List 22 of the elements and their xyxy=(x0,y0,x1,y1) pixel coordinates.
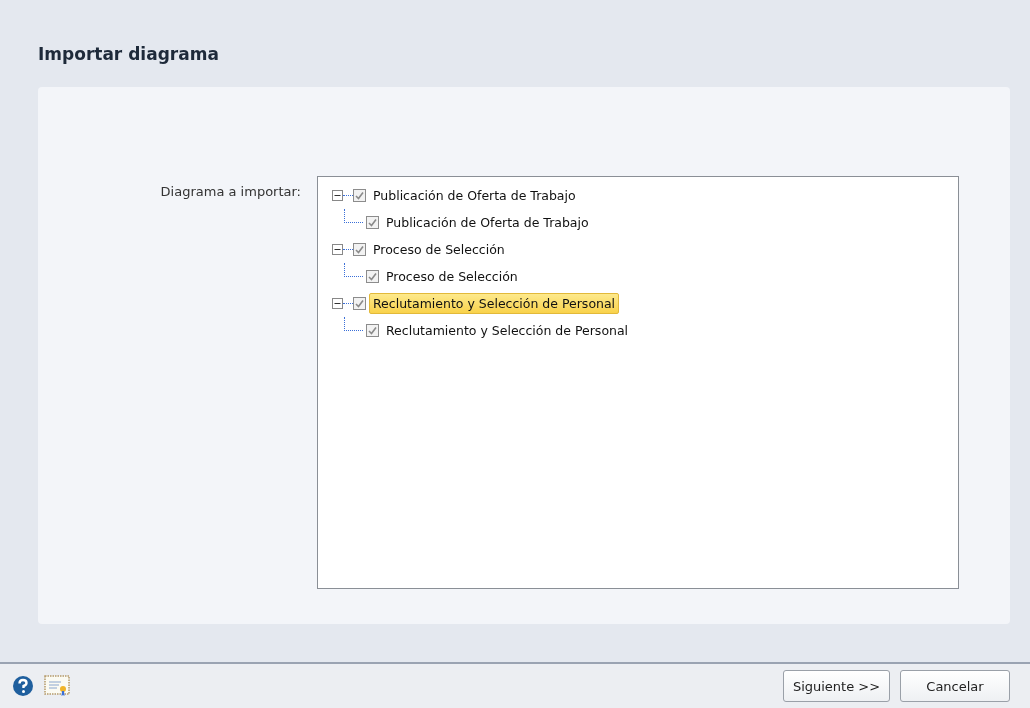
next-button[interactable]: Siguiente >> xyxy=(783,670,890,702)
certificate-icon[interactable] xyxy=(44,675,70,697)
checkbox[interactable] xyxy=(366,216,379,229)
tree-view[interactable]: Publicación de Oferta de Trabajo Publicación de Oferta de Trabajo Proceso de Selección Proceso de Selección Reclutamiento y Selección de Personal Reclutamiento y Selección de Personal xyxy=(317,176,959,589)
field-label: Diagrama a importar: xyxy=(159,184,302,199)
checkbox[interactable] xyxy=(353,243,366,256)
checkbox[interactable] xyxy=(366,270,379,283)
checkbox[interactable] xyxy=(353,189,366,202)
collapse-icon[interactable] xyxy=(332,190,343,201)
help-icon[interactable] xyxy=(12,675,34,697)
tree-item[interactable]: Reclutamiento y Selección de Personal xyxy=(382,320,633,341)
dialog-title: Importar diagrama xyxy=(38,44,220,66)
collapse-icon[interactable] xyxy=(332,244,343,255)
tree-item[interactable]: Proceso de Selección xyxy=(382,266,522,287)
tree-item[interactable]: Proceso de Selección xyxy=(369,239,509,260)
tree-item[interactable]: Reclutamiento y Selección de Personal xyxy=(369,293,620,314)
checkbox[interactable] xyxy=(353,297,366,310)
tree-item[interactable]: Publicación de Oferta de Trabajo xyxy=(382,212,593,233)
tree-item[interactable]: Publicación de Oferta de Trabajo xyxy=(369,185,580,206)
checkbox[interactable] xyxy=(366,324,379,337)
collapse-icon[interactable] xyxy=(332,298,343,309)
cancel-button[interactable]: Cancelar xyxy=(900,670,1010,702)
